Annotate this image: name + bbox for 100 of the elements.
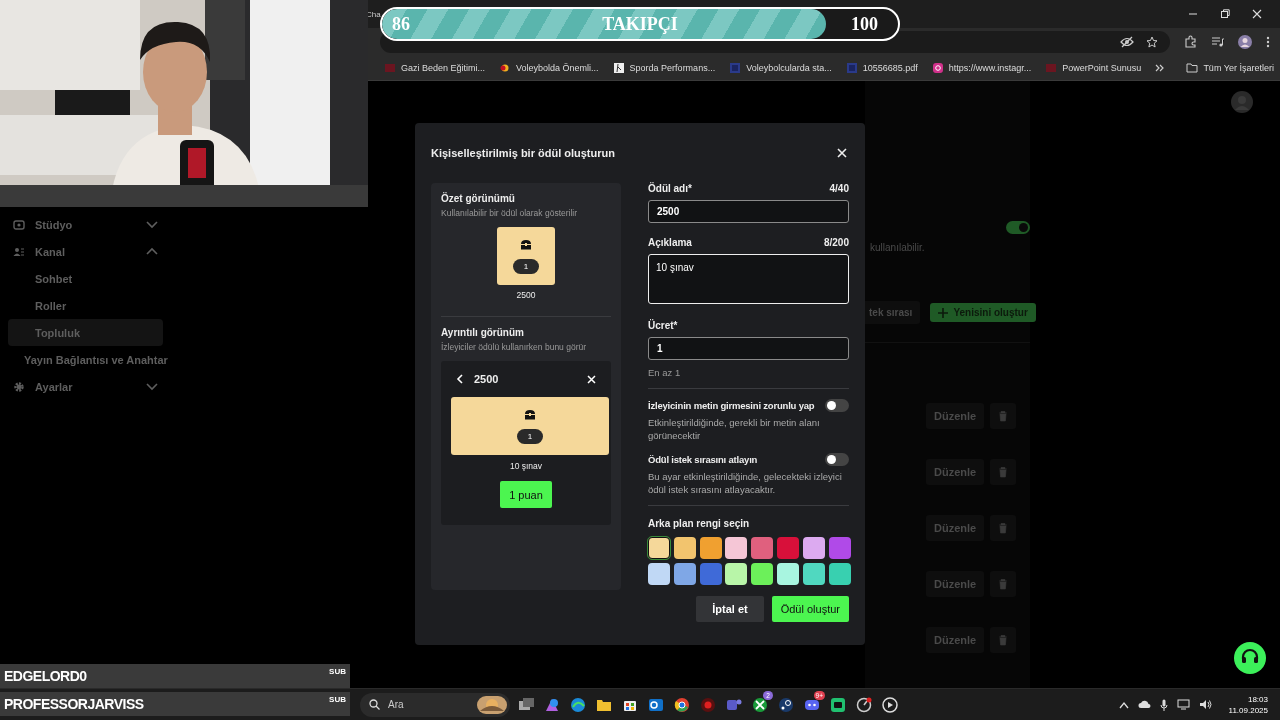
close-icon — [837, 148, 847, 158]
profile-avatar-icon[interactable] — [1238, 34, 1252, 49]
puzzle-icon[interactable] — [1184, 35, 1197, 48]
bookmark-link[interactable]: Voleybolda Önemli... — [516, 62, 599, 73]
trash-icon — [997, 466, 1010, 478]
xbox-icon[interactable] — [752, 696, 768, 713]
char-counter: 4/40 — [829, 183, 849, 194]
chevron-down-icon[interactable] — [145, 218, 159, 231]
dialog-title: Kişiselleştirilmiş bir ödül oluşturun — [431, 147, 615, 159]
bookmark-link[interactable]: Sporda Performans... — [629, 62, 716, 73]
sub-label: SUB — [329, 695, 346, 704]
play-icon[interactable] — [882, 696, 898, 713]
search-field[interactable]: Ara — [360, 692, 510, 717]
redeem-button[interactable]: 1 puan — [500, 481, 552, 508]
color-swatch[interactable] — [828, 563, 851, 586]
dial-app-icon[interactable] — [856, 696, 872, 713]
all-bookmarks-link[interactable]: Tüm Yer İşaretleri — [1203, 62, 1274, 73]
globe-browser-icon[interactable] — [570, 696, 586, 713]
input-field[interactable]: 1 — [648, 337, 849, 360]
eye-off-icon[interactable] — [1120, 35, 1134, 48]
bookmark-link[interactable]: Voleybolcularda sta... — [746, 62, 832, 73]
color-swatch[interactable] — [802, 537, 825, 560]
close-icon[interactable] — [1252, 9, 1262, 19]
color-swatch[interactable] — [751, 537, 774, 560]
color-swatch[interactable] — [777, 563, 799, 586]
chevron-up-icon[interactable] — [1118, 700, 1129, 709]
color-swatch[interactable] — [725, 537, 748, 560]
chevron-double-icon[interactable] — [1155, 62, 1166, 73]
bookmark-link[interactable]: Gazi Beden Eğitimi... — [401, 62, 486, 73]
microphone-icon[interactable] — [1159, 698, 1168, 711]
section-title: Özet görünümü — [441, 193, 516, 204]
color-swatch[interactable] — [648, 563, 670, 586]
maximize-icon[interactable] — [1220, 9, 1230, 19]
bookmark-link[interactable]: 10556685.pdf — [862, 62, 918, 73]
search-icon — [369, 699, 380, 710]
toggle-switch[interactable] — [1006, 221, 1030, 234]
gear-icon — [13, 380, 25, 393]
menu-icon[interactable] — [1266, 35, 1270, 48]
trash-icon — [997, 634, 1010, 646]
close-button[interactable] — [835, 146, 849, 160]
color-swatch[interactable] — [673, 563, 696, 586]
toggle-switch[interactable] — [825, 452, 849, 466]
folder-icon — [1186, 62, 1199, 73]
chest-icon — [520, 238, 532, 251]
field-label: Açıklama — [648, 237, 692, 248]
back-icon[interactable] — [456, 374, 464, 384]
help-chat-icon[interactable] — [1234, 642, 1266, 674]
circle-app-icon[interactable] — [700, 696, 716, 713]
input-field[interactable]: 2500 — [648, 200, 849, 223]
field-hint: En az 1 — [648, 367, 682, 378]
clock-time[interactable]: 18:03 — [1247, 693, 1268, 705]
chevron-down-icon[interactable] — [145, 380, 159, 393]
toggle-description: Bu ayar etkinleştirildiğinde, gelecekteki izleyici ödül istek sırasını atlayacaktır. — [648, 469, 843, 497]
mail-app-icon[interactable] — [648, 696, 664, 713]
color-swatch[interactable] — [828, 537, 851, 560]
color-swatch[interactable] — [725, 563, 748, 586]
description-text: kullanılabilir. — [870, 242, 926, 253]
field-label: Ücret* — [648, 320, 678, 331]
color-swatch[interactable] — [648, 537, 670, 560]
document-icon — [729, 61, 742, 74]
people-icon — [13, 245, 25, 258]
color-swatch[interactable] — [699, 563, 722, 586]
textarea-field[interactable]: 10 şınav — [648, 254, 849, 304]
toggle-description: Etkinleştirildiğinde, gerekli bir metin alanı görünecektir — [648, 416, 821, 443]
color-swatch[interactable] — [802, 563, 825, 586]
reward-description: 10 şınav — [508, 461, 544, 471]
color-swatch[interactable] — [673, 537, 696, 560]
sparkle-app-icon[interactable] — [544, 696, 560, 713]
cost-badge: 1 — [513, 258, 539, 274]
camera-icon — [931, 61, 944, 74]
bookmark-link[interactable]: PowerPoint Sunusu — [1062, 62, 1142, 73]
chat-app-icon[interactable] — [830, 696, 846, 713]
section-subtitle: Kullanılabilir bir ödül olarak gösterilir — [441, 208, 579, 218]
toggle-switch[interactable] — [825, 399, 849, 412]
camera-icon — [13, 218, 25, 231]
subscriber-name: EDGELORD0 — [4, 668, 87, 684]
cancel-button[interactable]: İptal et — [696, 596, 764, 623]
media-list-icon[interactable] — [1211, 35, 1224, 48]
section-title: Ayrıntılı görünüm — [441, 327, 525, 338]
star-icon[interactable] — [1146, 35, 1158, 48]
goal-label: TAKIPÇI — [602, 13, 678, 35]
chest-icon — [524, 408, 536, 421]
bookmark-favicon-icon — [1045, 61, 1058, 74]
bookmark-favicon-icon — [384, 61, 396, 74]
trash-icon — [997, 410, 1010, 422]
subscriber-name: PROFESSORJARVISS — [4, 696, 144, 712]
color-swatch[interactable] — [777, 537, 799, 560]
bookmark-link[interactable]: https://www.instagr... — [948, 62, 1032, 73]
color-swatch[interactable] — [699, 537, 722, 560]
cloud-icon[interactable] — [1137, 700, 1151, 709]
chrome-icon[interactable] — [674, 696, 690, 713]
submit-button[interactable]: Ödül oluştur — [771, 596, 849, 623]
section-title: Arka plan rengi seçin — [648, 518, 751, 530]
display-icon[interactable] — [1176, 699, 1190, 710]
clock-date[interactable]: 11.09.2025 — [1228, 704, 1268, 716]
color-swatch[interactable] — [751, 563, 774, 586]
speaker-icon[interactable] — [1198, 699, 1212, 710]
task-view-icon[interactable] — [518, 696, 534, 713]
plus-icon — [938, 307, 949, 318]
field-label: Ödül adı* — [648, 183, 692, 194]
